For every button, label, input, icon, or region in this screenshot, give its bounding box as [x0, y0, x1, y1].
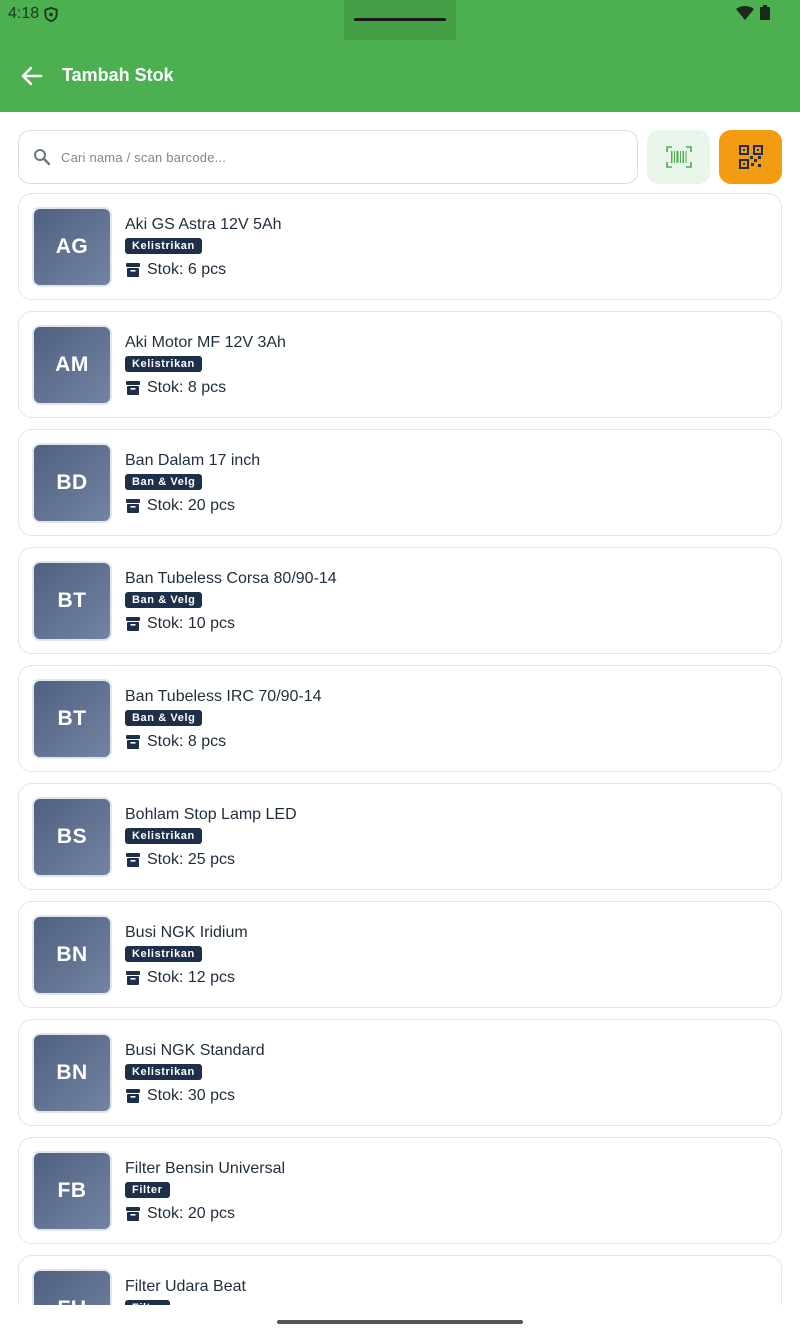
item-name: Ban Tubeless IRC 70/90-14 — [125, 688, 322, 705]
item-card[interactable]: FU Filter Udara Beat Filter — [18, 1255, 782, 1305]
status-bar: 4:18 — [0, 0, 800, 40]
category-badge: Kelistrikan — [125, 1064, 202, 1080]
category-badge: Kelistrikan — [125, 946, 202, 962]
item-name: Busi NGK Standard — [125, 1042, 265, 1059]
stock-row: Stok: 20 pcs — [125, 496, 235, 516]
category-badge: Filter — [125, 1300, 170, 1305]
item-name: Aki Motor MF 12V 3Ah — [125, 334, 286, 351]
stock-row: Stok: 6 pcs — [125, 260, 226, 280]
item-avatar: FU — [32, 1269, 112, 1305]
stock-count: Stok: 8 pcs — [147, 733, 227, 750]
arrow-left-icon — [21, 66, 43, 86]
search-icon — [34, 149, 51, 166]
stock-count: Stok: 20 pcs — [147, 497, 236, 514]
stock-count: Stok: 8 pcs — [147, 379, 227, 396]
inventory-box-icon — [126, 263, 140, 277]
inventory-box-icon — [126, 381, 140, 395]
item-avatar: FB — [32, 1151, 112, 1231]
item-card[interactable]: BD Ban Dalam 17 inch Ban & Velg Stok: 20 pc… — [18, 429, 782, 536]
inventory-box-icon — [126, 617, 140, 631]
item-name: Ban Dalam 17 inch — [125, 452, 261, 469]
item-avatar: BD — [32, 443, 112, 523]
stock-count: Stok: 10 pcs — [147, 615, 236, 632]
item-name: Bohlam Stop Lamp LED — [125, 806, 297, 823]
stock-row: Stok: 12 pcs — [125, 968, 235, 988]
wifi-icon — [736, 6, 754, 20]
item-card[interactable]: BN Busi NGK Iridium Kelistrikan Stok: 12 pc… — [18, 901, 782, 1008]
item-card[interactable]: AM Aki Motor MF 12V 3Ah Kelistrikan Stok: 8… — [18, 311, 782, 418]
item-card[interactable]: AG Aki GS Astra 12V 5Ah Kelistrikan Stok: 6… — [18, 193, 782, 300]
search-box[interactable] — [18, 130, 638, 184]
stock-count: Stok: 6 pcs — [147, 261, 227, 278]
item-avatar: BT — [32, 561, 112, 641]
stock-row: Stok: 10 pcs — [125, 614, 235, 634]
category-badge: Ban & Velg — [125, 710, 203, 726]
stock-count: Stok: 30 pcs — [147, 1087, 236, 1104]
item-name: Filter Bensin Universal — [125, 1160, 286, 1177]
home-indicator[interactable] — [277, 1320, 523, 1324]
category-badge: Ban & Velg — [125, 592, 203, 608]
stock-row: Stok: 20 pcs — [125, 1204, 235, 1224]
app-bar: Tambah Stok — [0, 40, 800, 112]
item-avatar: BT — [32, 679, 112, 759]
inventory-box-icon — [126, 971, 140, 985]
search-input[interactable] — [61, 141, 621, 173]
item-card[interactable]: BN Busi NGK Standard Kelistrikan Stok: 30 p… — [18, 1019, 782, 1126]
item-list[interactable]: AG Aki GS Astra 12V 5Ah Kelistrikan Stok: 6… — [18, 193, 782, 1305]
item-name: Busi NGK Iridium — [125, 924, 248, 941]
item-card[interactable]: BS Bohlam Stop Lamp LED Kelistrikan Stok: 2… — [18, 783, 782, 890]
item-avatar: BN — [32, 1033, 112, 1113]
inventory-box-icon — [126, 499, 140, 513]
item-name: Aki GS Astra 12V 5Ah — [125, 216, 282, 233]
barcode-icon — [665, 146, 692, 168]
category-badge: Kelistrikan — [125, 238, 202, 254]
shield-icon — [44, 7, 58, 22]
inventory-box-icon — [126, 1207, 140, 1221]
stock-count: Stok: 20 pcs — [147, 1205, 236, 1222]
item-avatar: BS — [32, 797, 112, 877]
category-badge: Ban & Velg — [125, 474, 203, 490]
stock-row: Stok: 25 pcs — [125, 850, 235, 870]
stock-row: Stok: 8 pcs — [125, 378, 226, 398]
inventory-box-icon — [126, 853, 140, 867]
category-badge: Kelistrikan — [125, 828, 202, 844]
scan-barcode-button[interactable] — [647, 130, 710, 184]
page-title: Tambah Stok — [62, 65, 174, 85]
inventory-box-icon — [126, 1089, 140, 1103]
stock-count: Stok: 25 pcs — [147, 851, 236, 868]
item-card[interactable]: BT Ban Tubeless IRC 70/90-14 Ban & Velg Sto… — [18, 665, 782, 772]
item-card[interactable]: FB Filter Bensin Universal Filter Stok: 20 … — [18, 1137, 782, 1244]
item-card[interactable]: BT Ban Tubeless Corsa 80/90-14 Ban & Velg S… — [18, 547, 782, 654]
stock-row: Stok: 8 pcs — [125, 732, 226, 752]
item-avatar: BN — [32, 915, 112, 995]
item-name: Filter Udara Beat — [125, 1278, 246, 1295]
qr-code-icon — [738, 145, 763, 169]
item-avatar: AG — [32, 207, 112, 287]
battery-icon — [760, 5, 770, 20]
back-button[interactable] — [14, 58, 50, 94]
stock-row: Stok: 30 pcs — [125, 1086, 235, 1106]
stock-count: Stok: 12 pcs — [147, 969, 236, 986]
item-avatar: AM — [32, 325, 112, 405]
scan-qr-button[interactable] — [719, 130, 782, 184]
camera-notch — [344, 0, 456, 40]
inventory-box-icon — [126, 735, 140, 749]
category-badge: Filter — [125, 1182, 170, 1198]
category-badge: Kelistrikan — [125, 356, 202, 372]
status-time: 4:18 — [8, 5, 40, 22]
item-name: Ban Tubeless Corsa 80/90-14 — [125, 570, 337, 587]
